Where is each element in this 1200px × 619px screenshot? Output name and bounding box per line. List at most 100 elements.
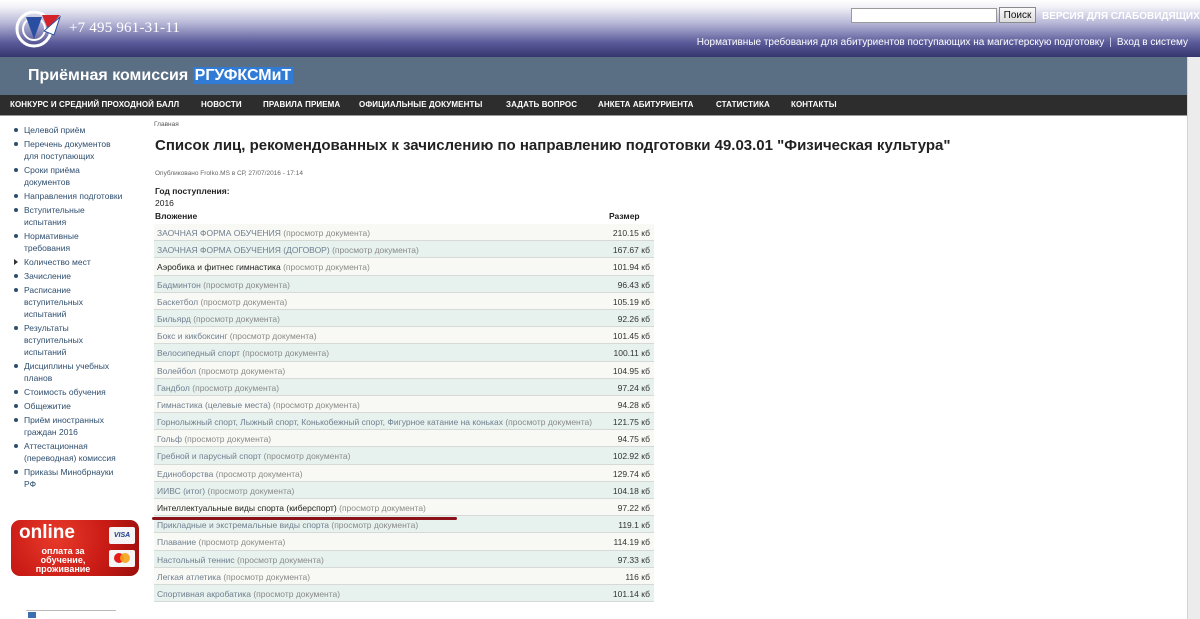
attachment-link[interactable]: Волейбол (просмотр документа) [157, 366, 285, 376]
attachment-size: 94.75 кб [617, 434, 650, 445]
sidebar-item-tuition[interactable]: Стоимость обучения [12, 386, 124, 398]
sidebar-item-dormitory[interactable]: Общежитие [12, 400, 124, 412]
view-document-link[interactable]: (просмотр документа) [283, 262, 370, 272]
nav-admission-rules[interactable]: ПРАВИЛА ПРИЕМА [263, 100, 340, 109]
nav-ask-question[interactable]: ЗАДАТЬ ВОПРОС [506, 100, 577, 109]
attachment-link[interactable]: Баскетбол (просмотр документа) [157, 297, 287, 307]
nav-statistics[interactable]: СТАТИСТИКА [716, 100, 770, 109]
attachment-link[interactable]: Интеллектуальные виды спорта (киберспорт… [157, 503, 426, 513]
attachment-link[interactable]: Бокс и кикбоксинг (просмотр документа) [157, 331, 317, 341]
view-document-link[interactable]: (просмотр документа) [253, 589, 340, 599]
sidebar-item-requirements[interactable]: Нормативные требования [12, 230, 124, 254]
sidebar-item-foreign-admission[interactable]: Приём иностранных граждан 2016 [12, 414, 124, 438]
attachment-link[interactable]: Гимнастика (целевые места) (просмотр док… [157, 400, 360, 410]
attachment-link[interactable]: Бадминтон (просмотр документа) [157, 280, 290, 290]
online-payment-banner[interactable]: online оплата за обучение, проживание VI… [11, 520, 139, 576]
breadcrumb[interactable]: Главная [154, 121, 179, 128]
attachment-name: Интеллектуальные виды спорта (киберспорт… [157, 503, 337, 513]
attachment-link[interactable]: Бильярд (просмотр документа) [157, 314, 280, 324]
view-document-link[interactable]: (просмотр документа) [283, 228, 370, 238]
search-input[interactable] [851, 8, 997, 23]
attachment-link[interactable]: Настольный теннис (просмотр документа) [157, 555, 324, 565]
sidebar-item-ministry-orders[interactable]: Приказы Минобрнауки РФ [12, 466, 124, 490]
table-row: Бильярд (просмотр документа) 92.26 кб [154, 309, 654, 328]
view-document-link[interactable]: (просмотр документа) [332, 245, 419, 255]
sidebar-item-enrollment[interactable]: Зачисление [12, 270, 124, 282]
view-document-link[interactable]: (просмотр документа) [192, 383, 279, 393]
view-document-link[interactable]: (просмотр документа) [198, 366, 285, 376]
attachment-link[interactable]: Плавание (просмотр документа) [157, 537, 285, 547]
column-attachment-header: Вложение [155, 211, 198, 221]
attachment-size: 104.95 кб [612, 365, 650, 376]
sidebar-item-attestation[interactable]: Аттестационная (переводная) комиссия [12, 440, 124, 464]
attachment-link[interactable]: Аэробика и фитнес гимнастика (просмотр д… [157, 262, 370, 272]
table-row: Гимнастика (целевые места) (просмотр док… [154, 395, 654, 414]
sidebar-item-places[interactable]: Количество мест [12, 256, 124, 268]
site-title-prefix: Приёмная комиссия [28, 67, 193, 84]
view-document-link[interactable]: (просмотр документа) [237, 555, 324, 565]
sidebar-item-programs[interactable]: Направления подготовки [12, 190, 124, 202]
attachment-link[interactable]: Прикладные и экстремальные виды спорта (… [157, 520, 418, 530]
view-document-link[interactable]: (просмотр документа) [223, 572, 310, 582]
attachment-name: Гольф [157, 434, 182, 445]
sidebar-item-curriculum[interactable]: Дисциплины учебных планов [12, 360, 124, 384]
table-row: Единоборства (просмотр документа) 129.74 … [154, 464, 654, 482]
login-link[interactable]: Вход в систему [1117, 37, 1188, 48]
view-document-link[interactable]: (просмотр документа) [242, 348, 329, 358]
attachment-link[interactable]: ЗАОЧНАЯ ФОРМА ОБУЧЕНИЯ (ДОГОВОР) (просмо… [157, 245, 419, 255]
nav-news[interactable]: НОВОСТИ [201, 100, 242, 109]
table-row: Аэробика и фитнес гимнастика (просмотр д… [154, 258, 654, 276]
view-document-link[interactable]: (просмотр документа) [184, 434, 271, 444]
view-document-link[interactable]: (просмотр документа) [230, 331, 317, 341]
view-document-link[interactable]: (просмотр документа) [208, 486, 295, 496]
view-document-link[interactable]: (просмотр документа) [264, 451, 351, 461]
attachment-size: 210.15 кб [612, 228, 650, 238]
attachment-link[interactable]: Легкая атлетика (просмотр документа) [157, 572, 310, 582]
table-row: ЗАОЧНАЯ ФОРМА ОБУЧЕНИЯ (просмотр докумен… [154, 224, 654, 242]
site-title[interactable]: Приёмная комиссия РГУФКСМиТ [28, 67, 294, 85]
view-document-link[interactable]: (просмотр документа) [273, 400, 360, 410]
nav-competition[interactable]: КОНКУРС И СРЕДНИЙ ПРОХОДНОЙ БАЛЛ [10, 100, 179, 109]
view-document-link[interactable]: (просмотр документа) [505, 417, 592, 427]
table-row: Гольф (просмотр документа) 94.75 кб [154, 430, 654, 448]
attachment-name: Аэробика и фитнес гимнастика [157, 262, 281, 273]
view-document-link[interactable]: (просмотр документа) [216, 469, 303, 479]
nav-applicant-form[interactable]: АНКЕТА АБИТУРИЕНТА [598, 100, 693, 109]
attachment-size: 129.74 кб [612, 468, 650, 479]
view-document-link[interactable]: (просмотр документа) [203, 280, 290, 290]
accessibility-version-link[interactable]: ВЕРСИЯ ДЛЯ СЛАБОВИДЯЩИХ [1042, 11, 1200, 22]
attachment-link[interactable]: Велосипедный спорт (просмотр документа) [157, 348, 329, 358]
attachment-link[interactable]: Горнолыжный спорт, Лыжный спорт, Конькоб… [157, 417, 592, 427]
masters-requirements-link[interactable]: Нормативные требования для абитуриентов … [697, 37, 1105, 48]
attachment-link[interactable]: Спортивная акробатика (просмотр документ… [157, 589, 340, 599]
table-row: Баскетбол (просмотр документа) 105.19 кб [154, 292, 654, 310]
online-banner-title: online [19, 522, 75, 543]
sidebar-item-exam-schedule[interactable]: Расписание вступительных испытаний [12, 284, 124, 320]
sidebar-item-deadlines[interactable]: Сроки приёма документов [12, 164, 124, 188]
nav-official-documents[interactable]: ОФИЦИАЛЬНЫЕ ДОКУМЕНТЫ [359, 100, 482, 109]
university-logo-icon[interactable] [14, 9, 64, 49]
vertical-scrollbar[interactable] [1187, 57, 1200, 619]
attachment-name: Бильярд [157, 313, 191, 324]
view-document-link[interactable]: (просмотр документа) [199, 537, 286, 547]
sidebar-item-target-admission[interactable]: Целевой приём [12, 124, 124, 136]
sidebar-item-entrance-exams[interactable]: Вступительные испытания [12, 204, 124, 228]
view-document-link[interactable]: (просмотр документа) [339, 503, 426, 513]
page-title: Список лиц, рекомендованных к зачислению… [155, 137, 951, 154]
attachment-link[interactable]: Единоборства (просмотр документа) [157, 469, 303, 479]
sidebar-item-documents-list[interactable]: Перечень документов для поступающих [12, 138, 124, 162]
view-document-link[interactable]: (просмотр документа) [193, 314, 280, 324]
site-header: +7 495 961-31-11 Поиск ВЕРСИЯ ДЛЯ СЛАБОВ… [0, 0, 1200, 57]
attachment-link[interactable]: ЗАОЧНАЯ ФОРМА ОБУЧЕНИЯ (просмотр докумен… [157, 228, 370, 238]
attachment-link[interactable]: ИИВС (итог) (просмотр документа) [157, 486, 294, 496]
nav-contacts[interactable]: КОНТАКТЫ [791, 100, 837, 109]
attachment-link[interactable]: Гольф (просмотр документа) [157, 434, 271, 444]
sidebar-item-exam-results[interactable]: Результаты вступительных испытаний [12, 322, 124, 358]
view-document-link[interactable]: (просмотр документа) [331, 520, 418, 530]
attachment-size: 121.75 кб [612, 417, 650, 428]
view-document-link[interactable]: (просмотр документа) [200, 297, 287, 307]
attachment-link[interactable]: Гандбол (просмотр документа) [157, 383, 279, 393]
attachment-size: 104.18 кб [612, 485, 650, 496]
attachment-link[interactable]: Гребной и парусный спорт (просмотр докум… [157, 451, 350, 461]
search-button[interactable]: Поиск [999, 7, 1036, 23]
